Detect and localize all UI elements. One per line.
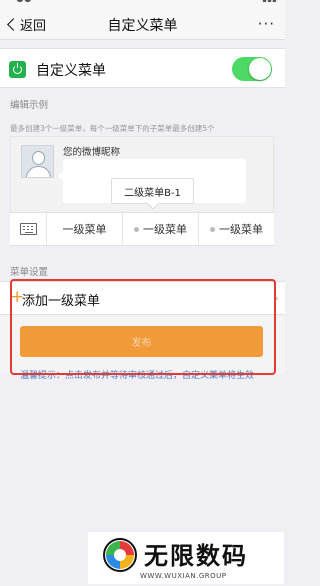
warm-tip: 温馨提示：点击发布并等待审核通过后，自定义菜单将生效 [20,371,255,381]
edit-example-label: 编辑示例 [10,100,49,111]
menu-item-label: 一级菜单 [219,223,263,236]
primary-menu-item-3[interactable]: 一级菜单 [199,213,274,245]
publish-area: 发布 温馨提示：点击发布并等待审核通过后，自定义菜单将生效 [0,316,285,381]
primary-menu-item-1[interactable]: 一级菜单 [47,213,123,245]
menu-item-label: 一级菜单 [62,223,107,236]
add-primary-menu-button[interactable]: + 添加一级菜单 [0,281,285,315]
menu-limit-hint: 最多创建3个一级菜单，每个一级菜单下的子菜单最多创建5个 [10,124,215,133]
submenu-popup-item[interactable]: 二级菜单B-1 [111,178,194,204]
menu-settings-label: 菜单设置 [10,267,49,278]
status-bar: ●● ▮▮▮ [0,0,285,8]
watermark-subtitle: WWW.WUXIAN.GROUP [140,572,227,580]
primary-menu-item-2[interactable]: 一级菜单 [123,213,199,245]
keyboard-toggle[interactable] [10,213,47,245]
keyboard-icon [19,223,37,235]
toggle-label: 自定义菜单 [36,63,106,79]
dot-icon [134,226,139,232]
avatar [21,145,54,178]
preview-menu-bar: 一级菜单 一级菜单 一级菜单 [10,212,274,246]
more-options-button[interactable]: ··· [258,15,275,33]
navigation-bar: 返回 自定义菜单 ··· [0,8,285,40]
custom-menu-switch[interactable] [232,57,272,81]
dot-icon [210,226,215,232]
page-title: 自定义菜单 [107,18,178,34]
watermark-logo-icon [103,538,137,572]
status-left: ●● [16,0,32,4]
power-icon [9,61,26,78]
chevron-right-icon [270,294,279,303]
publish-button[interactable]: 发布 [20,326,263,357]
custom-menu-toggle-row: 自定义菜单 [0,48,285,88]
watermark-title: 无限数码 [144,542,248,570]
switch-knob [249,58,271,80]
status-right: ▮▮▮ [262,0,277,4]
menu-item-label: 一级菜单 [143,223,187,236]
add-menu-label: 添加一级菜单 [22,294,101,309]
nickname: 您的微博昵称 [63,147,121,158]
watermark: 无限数码 WWW.WUXIAN.GROUP [88,532,284,584]
